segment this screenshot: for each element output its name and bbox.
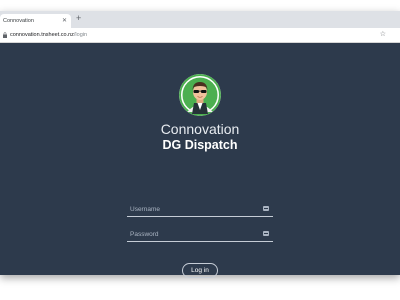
login-button[interactable]: Log in	[182, 263, 218, 278]
url-text[interactable]: connovation.tnsheet.co.nz/login	[10, 32, 87, 38]
star-icon[interactable]: ☆	[380, 30, 386, 38]
tab-title: Connovation	[3, 18, 34, 24]
keyboard-icon[interactable]	[263, 231, 269, 236]
person-with-sunglasses-avatar-icon	[179, 74, 221, 116]
address-bar[interactable]: connovation.tnsheet.co.nz/login ☆	[0, 28, 400, 43]
password-field[interactable]	[127, 228, 273, 242]
tab-connovation[interactable]: Connovation ✕	[0, 14, 71, 28]
plus-icon[interactable]: +	[76, 14, 81, 23]
avatar	[179, 74, 221, 116]
brand-name: Connovation	[160, 121, 240, 137]
login-page: Connovation DG Dispatch Log in	[0, 43, 400, 278]
close-icon[interactable]: ✕	[62, 17, 67, 24]
keyboard-icon[interactable]	[263, 206, 269, 211]
url-path: /login	[73, 31, 88, 38]
url-host: connovation.tnsheet.co.nz	[10, 31, 74, 38]
lock-icon	[3, 32, 7, 38]
username-field[interactable]	[127, 203, 273, 217]
username-input[interactable]	[130, 204, 255, 215]
password-input[interactable]	[130, 229, 255, 240]
tab-bar: Connovation ✕ +	[0, 11, 400, 28]
app-title: DG Dispatch	[162, 138, 238, 152]
browser-window: Connovation ✕ + connovation.tnsheet.co.n…	[0, 11, 400, 278]
